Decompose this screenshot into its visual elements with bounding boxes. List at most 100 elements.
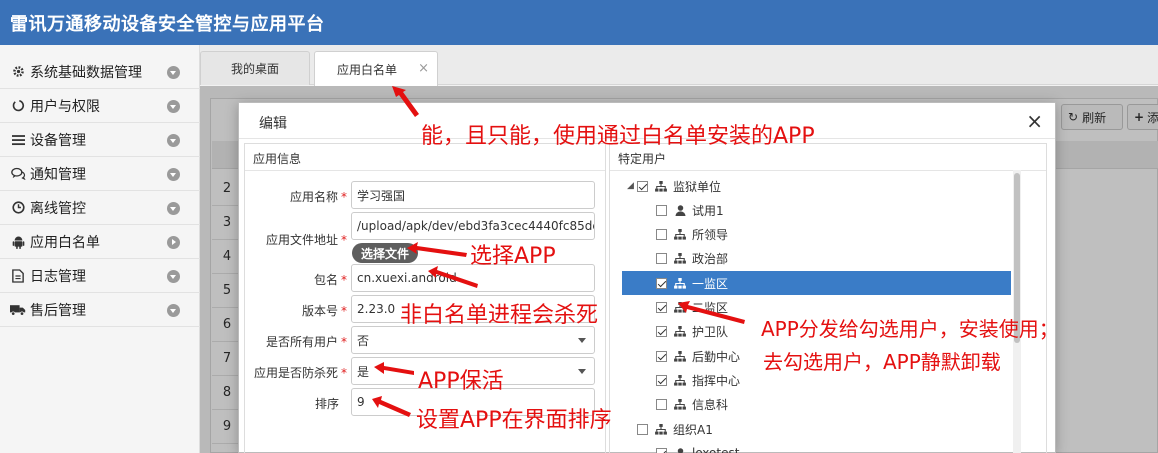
edit-dialog: 编辑 × 应用信息 应用名称 * 学习强国 应用文件地址 * /upload/apk… (238, 102, 1056, 453)
sidebar-item-log-management[interactable]: 日志管理 (0, 259, 200, 293)
chevron-right-icon[interactable] (167, 236, 180, 249)
tree-node[interactable]: 试用1 (622, 198, 1002, 222)
tree-checkbox[interactable] (656, 447, 667, 453)
tree-checkbox[interactable] (656, 374, 667, 386)
org-icon (673, 374, 687, 386)
tree-node[interactable]: ◢ 监狱单位 (622, 174, 1002, 198)
divider (245, 170, 605, 171)
tree-node[interactable]: 所领导 (622, 223, 1002, 247)
tree-node-label: 护卫队 (692, 325, 729, 340)
tree-checkbox[interactable] (637, 423, 648, 435)
sidebar-item-users-permissions[interactable]: 用户与权限 (0, 89, 200, 123)
gear-icon (10, 65, 26, 78)
user-icon (673, 448, 687, 453)
tree-node-label: 所领导 (692, 228, 729, 243)
chevron-down-icon (578, 338, 586, 343)
org-icon (673, 350, 687, 362)
tree-checkbox[interactable] (656, 399, 667, 411)
sidebar-item-after-sales[interactable]: 售后管理 (0, 293, 200, 327)
sidebar-item-label: 用户与权限 (30, 98, 100, 115)
tree-node-label: 监狱单位 (673, 179, 722, 194)
org-icon (654, 423, 668, 435)
close-icon[interactable]: × (1026, 109, 1043, 133)
tree-node-label: 试用1 (692, 203, 724, 218)
sidebar-item-label: 通知管理 (30, 166, 86, 183)
tab-bar: 我的桌面 应用白名单 × (200, 45, 1158, 86)
all-users-label: 是否所有用户 * (265, 335, 347, 349)
sidebar-item-app-whitelist[interactable]: 应用白名单 (0, 225, 200, 259)
app-name-label: 应用名称 * (289, 190, 347, 204)
app-name-input[interactable]: 学习强国 (351, 181, 595, 209)
sidebar-item-label: 设备管理 (30, 132, 86, 149)
org-icon (673, 253, 687, 264)
sidebar-item-offline-control[interactable]: 离线管控 (0, 191, 200, 225)
all-users-select[interactable]: 否 (351, 326, 595, 354)
sidebar-item-label: 售后管理 (30, 302, 86, 319)
chevron-down-icon[interactable] (167, 66, 180, 79)
tab-label: 应用白名单 (336, 62, 397, 77)
org-icon (673, 326, 687, 337)
tree-checkbox[interactable] (656, 302, 667, 313)
android-icon (10, 235, 26, 249)
org-icon (673, 277, 687, 289)
annotation-ordering: 设置APP在界面排序 (416, 408, 612, 433)
circle-icon (10, 99, 26, 112)
expand-triangle-icon[interactable]: ◢ (627, 181, 637, 191)
tree-node-label: 组织A1 (673, 422, 713, 437)
chevron-down-icon[interactable] (167, 304, 180, 317)
clock-icon (10, 201, 26, 214)
annotation-uninstall: 去勾选用户，APP静默卸载 (763, 350, 1001, 374)
sidebar-item-label: 离线管控 (30, 200, 86, 217)
tree-checkbox[interactable] (656, 277, 667, 289)
tab-label: 我的桌面 (230, 62, 279, 76)
section-title: 特定用户 (618, 152, 667, 166)
tree-node[interactable]: 政治部 (622, 247, 1002, 271)
org-icon (673, 229, 687, 240)
sidebar: 系统基础数据管理 用户与权限 设备管理 通知管理 离线管控 应用白名单 日志管理… (0, 45, 200, 453)
tree-checkbox[interactable] (656, 326, 667, 338)
section-title: 应用信息 (253, 152, 302, 166)
sidebar-item-label: 系统基础数据管理 (30, 64, 142, 81)
close-icon[interactable]: × (418, 61, 429, 76)
tree-node[interactable]: loxotest (622, 441, 1002, 453)
tree-checkbox[interactable] (656, 204, 667, 216)
annotation-select-app: 选择APP (470, 244, 556, 269)
divider (610, 170, 1046, 171)
chevron-down-icon[interactable] (167, 270, 180, 283)
sidebar-item-label: 应用白名单 (30, 234, 100, 251)
tab-my-desktop[interactable]: 我的桌面 (200, 51, 310, 85)
sidebar-item-label: 日志管理 (30, 268, 86, 285)
list-icon (10, 134, 26, 146)
tab-app-whitelist[interactable]: 应用白名单 × (314, 51, 438, 86)
chevron-down-icon[interactable] (167, 100, 180, 113)
tree-node-label: 指挥中心 (692, 373, 741, 388)
sidebar-item-notifications[interactable]: 通知管理 (0, 157, 200, 191)
select-value: 是 (357, 364, 370, 379)
app-header: 雷讯万通移动设备安全管控与应用平台 (0, 0, 1158, 45)
annotation-distribute: APP分发给勾选用户，安装使用； (761, 317, 1059, 341)
tree-node[interactable]: 一监区 (622, 271, 1011, 296)
chevron-down-icon[interactable] (167, 168, 180, 181)
file-url-label: 应用文件地址 * (265, 233, 347, 247)
user-icon (673, 205, 687, 216)
tree-node-label: 后勤中心 (692, 349, 741, 364)
chevron-down-icon[interactable] (167, 134, 180, 147)
tree-checkbox[interactable] (637, 180, 648, 192)
sidebar-item-system-data[interactable]: 系统基础数据管理 (0, 55, 200, 89)
tree-checkbox[interactable] (656, 350, 667, 362)
tree-node[interactable]: 信息科 (622, 393, 1002, 417)
package-label: 包名 * (313, 273, 347, 287)
select-value: 否 (357, 333, 370, 348)
anti-kill-label: 应用是否防杀死 * (253, 366, 347, 380)
file-url-input[interactable]: /upload/apk/dev/ebd3fa3cec4440fc85dc (351, 212, 595, 240)
choose-file-button[interactable]: 选择文件 (352, 243, 418, 263)
tree-node[interactable]: 组织A1 (622, 417, 1002, 441)
annotation-kill-non-whitelist: 非白名单进程会杀死 (400, 303, 599, 328)
chevron-down-icon[interactable] (167, 202, 180, 215)
sidebar-item-device-management[interactable]: 设备管理 (0, 123, 200, 157)
annotation-keep-alive: APP保活 (418, 369, 504, 394)
tree-checkbox[interactable] (656, 229, 667, 241)
tree-checkbox[interactable] (656, 253, 667, 265)
order-label: 排序 (314, 397, 339, 411)
truck-icon (10, 304, 26, 316)
